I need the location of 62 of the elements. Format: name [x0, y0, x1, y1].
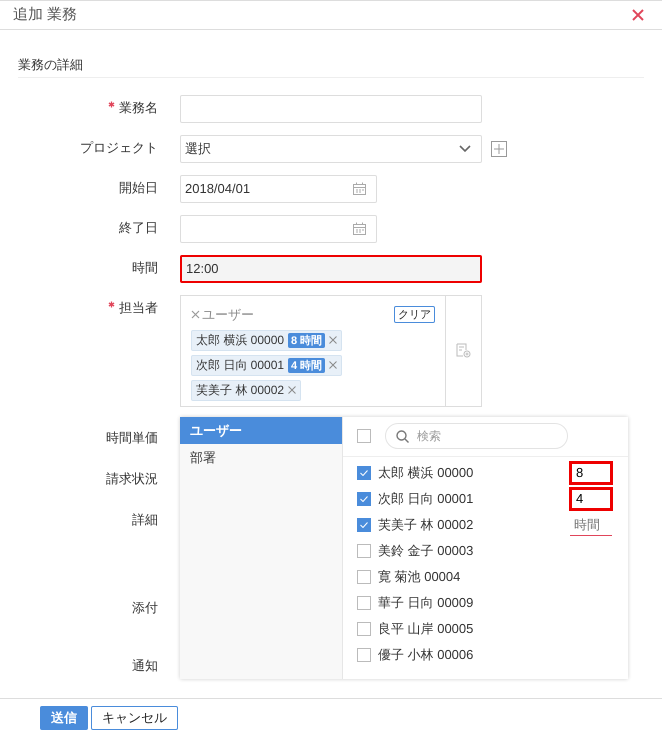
search-placeholder: 検索 [417, 428, 441, 445]
remove-icon[interactable] [288, 386, 296, 394]
user-name: 寛 菊池 00004 [378, 568, 462, 586]
check-icon [360, 522, 368, 528]
picker-tab[interactable]: 部署 [180, 444, 342, 471]
checkbox[interactable] [357, 544, 371, 558]
check-icon [360, 470, 368, 476]
field-label: 時間 [132, 258, 158, 277]
calendar-icon [353, 182, 366, 196]
collapse-icon[interactable] [191, 310, 200, 320]
user-name: 芙美子 林 00002 [378, 516, 474, 534]
remove-icon[interactable] [329, 336, 338, 344]
select-all-checkbox[interactable] [357, 429, 371, 444]
chip-name: 次郎 日向 00001 [196, 356, 284, 374]
calendar-icon [353, 222, 366, 236]
field-label: プロジェクト [80, 138, 158, 157]
search-icon [396, 430, 409, 443]
hours-field[interactable]: 4 [570, 488, 612, 510]
user-name: 良平 山岸 00005 [378, 620, 474, 638]
plus-icon[interactable] [491, 140, 507, 157]
field-label: 時間単価 [106, 428, 158, 447]
assignee-box[interactable]: ユーザー クリア 太郎 横浜 00000 8 時間 次郎 日向 00001 4 時間 芙美子 林 00002 [180, 294, 482, 407]
remove-icon[interactable] [329, 361, 338, 370]
add-list-icon[interactable] [456, 343, 471, 358]
user-name: 美鈴 金子 00003 [378, 542, 474, 560]
select-field[interactable]: 選択 [180, 134, 482, 163]
hours-field[interactable]: 8 [570, 462, 612, 484]
user-name: 優子 小林 00006 [378, 646, 474, 664]
chip-name: 太郎 横浜 00000 [196, 332, 284, 349]
clear-button[interactable]: クリア [394, 306, 435, 324]
hours-badge: 4 時間 [288, 358, 326, 373]
field-label: 添付 [132, 598, 158, 617]
checkbox[interactable] [357, 622, 371, 636]
checkbox[interactable] [357, 466, 371, 480]
check-icon [360, 496, 368, 502]
section-title: 業務の詳細 [18, 56, 644, 78]
field-label: 業務名 [119, 98, 158, 117]
user-name: 華子 日向 00009 [378, 594, 474, 612]
checkbox[interactable] [357, 648, 371, 662]
date-field[interactable] [180, 214, 377, 243]
checkbox[interactable] [357, 492, 371, 506]
field-label: 終了日 [119, 218, 158, 237]
cancel-button[interactable]: キャンセル [91, 706, 178, 730]
field-label: 担当者 [119, 298, 158, 317]
input-field[interactable]: 12:00 [180, 254, 482, 283]
field-label: 詳細 [132, 510, 158, 529]
field-label: 通知 [132, 656, 158, 675]
dialog-title: 追加 業務 [13, 5, 78, 24]
user-name: 太郎 横浜 00000 [378, 464, 474, 482]
checkbox[interactable] [357, 596, 371, 610]
field-label: 開始日 [119, 178, 158, 197]
field-label: 請求状況 [106, 470, 158, 488]
close-icon[interactable] [632, 8, 644, 21]
chip-name: 芙美子 林 00002 [196, 382, 284, 399]
chevron-down-icon [459, 144, 471, 153]
input-field[interactable] [180, 94, 482, 123]
group-label: ユーザー [202, 306, 255, 324]
checkbox[interactable] [357, 570, 371, 584]
date-field[interactable]: 2018/04/01 [180, 174, 377, 203]
hours-badge: 8 時間 [288, 332, 326, 348]
user-name: 次郎 日向 00001 [378, 490, 474, 508]
checkbox[interactable] [357, 518, 371, 532]
